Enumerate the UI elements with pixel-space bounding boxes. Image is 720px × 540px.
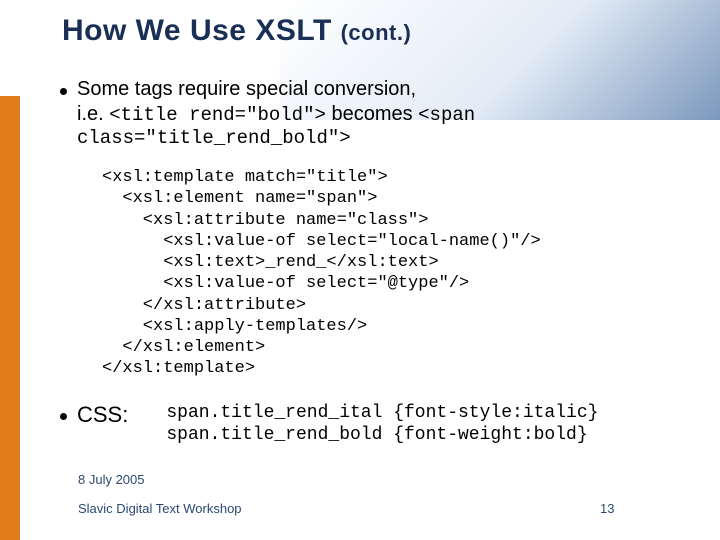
bullet-1-sub: i.e. <title rend="bold"> becomes <span c…	[77, 103, 690, 149]
sub-pre: i.e.	[77, 103, 109, 125]
title-cont: (cont.)	[341, 20, 412, 45]
footer-date: 8 July 2005	[78, 472, 680, 487]
css-label: CSS:	[77, 402, 128, 447]
slide-title: How We Use XSLT (cont.)	[62, 14, 411, 48]
sub-mid: becomes	[326, 103, 418, 125]
slide-body: Some tags require special conversion, i.…	[60, 78, 690, 447]
bullet-1-text: Some tags require special conversion,	[77, 78, 416, 101]
footer-source: Slavic Digital Text Workshop	[78, 501, 600, 516]
css-code-block: span.title_rend_ital {font-style:italic}…	[166, 402, 598, 447]
slide: How We Use XSLT (cont.) Some tags requir…	[0, 0, 720, 540]
bullet-dot-icon	[60, 413, 67, 420]
bullet-dot-icon	[60, 88, 67, 95]
title-main: How We Use XSLT	[62, 14, 341, 47]
footer-page-number: 13	[600, 501, 680, 516]
left-accent-bar	[0, 96, 20, 540]
code-inline-1: <title rend="bold">	[109, 104, 326, 126]
xslt-code-block: <xsl:template match="title"> <xsl:elemen…	[102, 167, 690, 380]
bullet-1: Some tags require special conversion, i.…	[60, 78, 690, 149]
slide-footer: 8 July 2005 Slavic Digital Text Workshop…	[78, 472, 680, 516]
bullet-2: CSS: span.title_rend_ital {font-style:it…	[60, 402, 690, 447]
